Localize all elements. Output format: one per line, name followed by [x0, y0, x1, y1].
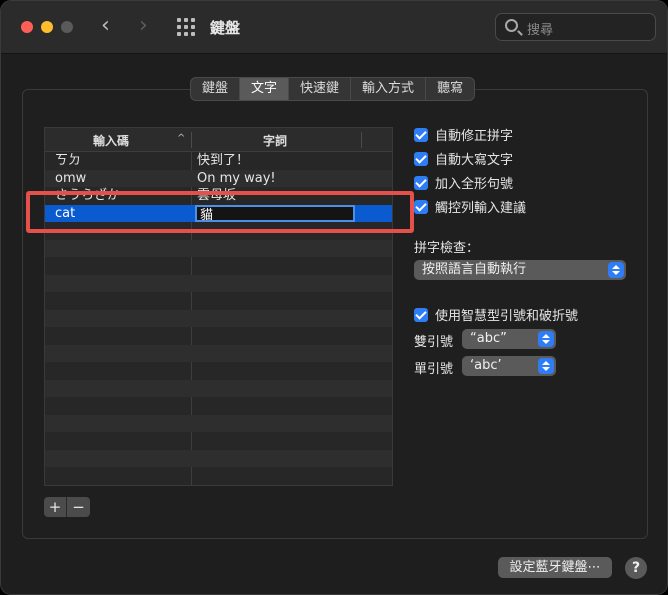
- table-row-empty: [45, 397, 392, 415]
- highlight-annotation-box: [26, 191, 414, 233]
- table-row-empty: [45, 379, 392, 397]
- search-placeholder: 搜尋: [527, 23, 554, 38]
- tab-keyboard[interactable]: 鍵盤: [191, 78, 241, 100]
- search-field[interactable]: 搜尋: [495, 13, 656, 41]
- row-phrase: On my way!: [197, 170, 276, 186]
- spelling-popup[interactable]: 按照語言自動執行: [414, 260, 626, 280]
- table-row-empty: [45, 432, 392, 450]
- touchbar-suggestions-label: 觸控列輸入建議: [435, 201, 527, 216]
- tab-shortcuts[interactable]: 快速鍵: [289, 78, 352, 100]
- minimize-window-button[interactable]: [41, 21, 53, 33]
- text-replacement-table[interactable]: 輸入碼 ^ 字詞 ㄎㄉ 快到了！ omw On my way! さうらざか 雲母…: [44, 127, 393, 486]
- autocorrect-checkbox[interactable]: [414, 127, 428, 142]
- row-input: omw: [55, 170, 87, 186]
- smart-quotes-option[interactable]: 使用智慧型引號和破折號: [414, 305, 578, 324]
- single-quote-label: 單引號: [414, 362, 454, 377]
- add-button[interactable]: +: [44, 497, 67, 517]
- tab-input-sources[interactable]: 輸入方式: [351, 78, 427, 100]
- table-row[interactable]: ㄎㄉ 快到了！: [45, 152, 392, 170]
- popup-arrows-icon: [608, 262, 624, 278]
- table-row-empty: [45, 362, 392, 380]
- popup-arrows-icon: [538, 331, 554, 347]
- autocapitalize-label: 自動大寫文字: [435, 153, 514, 168]
- show-all-grid-icon[interactable]: [177, 18, 195, 36]
- setup-bluetooth-keyboard-button[interactable]: 設定藍牙鍵盤⋯: [498, 557, 612, 578]
- tab-dictation[interactable]: 聽寫: [426, 78, 474, 100]
- double-quote-popup[interactable]: “abc”: [462, 329, 556, 349]
- table-row-empty: [45, 467, 392, 485]
- double-quote-value: “abc”: [470, 331, 507, 346]
- row-phrase: 快到了！: [197, 153, 250, 168]
- column-divider: [191, 132, 192, 148]
- touchbar-suggestions-option[interactable]: 觸控列輸入建議: [414, 197, 526, 216]
- single-quote-popup[interactable]: ‘abc’: [462, 356, 556, 376]
- keyboard-preferences-window: ‹ › 鍵盤 搜尋 鍵盤 文字 快速鍵 輸入方式 聽寫 輸入碼 ^ 字詞 ㄎㄉ: [0, 0, 668, 595]
- smart-quotes-checkbox[interactable]: [414, 307, 428, 322]
- spelling-title: 拼字檢查：: [414, 241, 480, 256]
- touchbar-suggestions-checkbox[interactable]: [414, 199, 428, 214]
- table-row-empty: [45, 292, 392, 310]
- table-row[interactable]: omw On my way!: [45, 169, 392, 187]
- smart-quotes-label: 使用智慧型引號和破折號: [435, 309, 579, 324]
- autocapitalize-option[interactable]: 自動大寫文字: [414, 149, 513, 168]
- table-row-empty: [45, 414, 392, 432]
- tab-bar: 鍵盤 文字 快速鍵 輸入方式 聽寫: [190, 77, 476, 101]
- forward-button[interactable]: ›: [139, 14, 148, 38]
- double-quote-label: 雙引號: [414, 335, 454, 350]
- tab-text[interactable]: 文字: [240, 78, 290, 100]
- remove-button[interactable]: −: [67, 497, 90, 517]
- zoom-window-button[interactable]: [61, 21, 73, 33]
- autocapitalize-checkbox[interactable]: [414, 151, 428, 166]
- popup-arrows-icon: [538, 358, 554, 374]
- add-remove-control: + −: [44, 497, 90, 517]
- table-row-empty: [45, 484, 392, 485]
- table-row-empty: [45, 309, 392, 327]
- fullwidth-period-option[interactable]: 加入全形句號: [414, 173, 513, 192]
- table-row-empty: [45, 344, 392, 362]
- help-button[interactable]: ?: [625, 557, 647, 579]
- single-quote-value: ‘abc’: [470, 358, 502, 373]
- column-header-phrase[interactable]: 字詞: [263, 132, 287, 149]
- window-title: 鍵盤: [210, 19, 241, 37]
- table-row-empty: [45, 257, 392, 275]
- fullwidth-period-label: 加入全形句號: [435, 177, 514, 192]
- table-row-empty: [45, 327, 392, 345]
- autocorrect-label: 自動修正拼字: [435, 129, 514, 144]
- table-row-empty: [45, 274, 392, 292]
- column-header-input[interactable]: 輸入碼: [93, 132, 129, 149]
- row-input: ㄎㄉ: [55, 153, 82, 168]
- spelling-value: 按照語言自動執行: [422, 262, 527, 277]
- table-row-empty: [45, 239, 392, 257]
- fullwidth-period-checkbox[interactable]: [414, 175, 428, 190]
- search-icon: [505, 19, 518, 32]
- column-divider: [361, 132, 362, 148]
- autocorrect-option[interactable]: 自動修正拼字: [414, 125, 513, 144]
- table-header: 輸入碼 ^ 字詞: [45, 128, 392, 152]
- sort-ascending-icon: ^: [177, 133, 186, 144]
- close-window-button[interactable]: [21, 21, 33, 33]
- title-bar: ‹ › 鍵盤 搜尋: [1, 1, 667, 54]
- back-button[interactable]: ‹: [101, 14, 110, 38]
- table-row-empty: [45, 449, 392, 467]
